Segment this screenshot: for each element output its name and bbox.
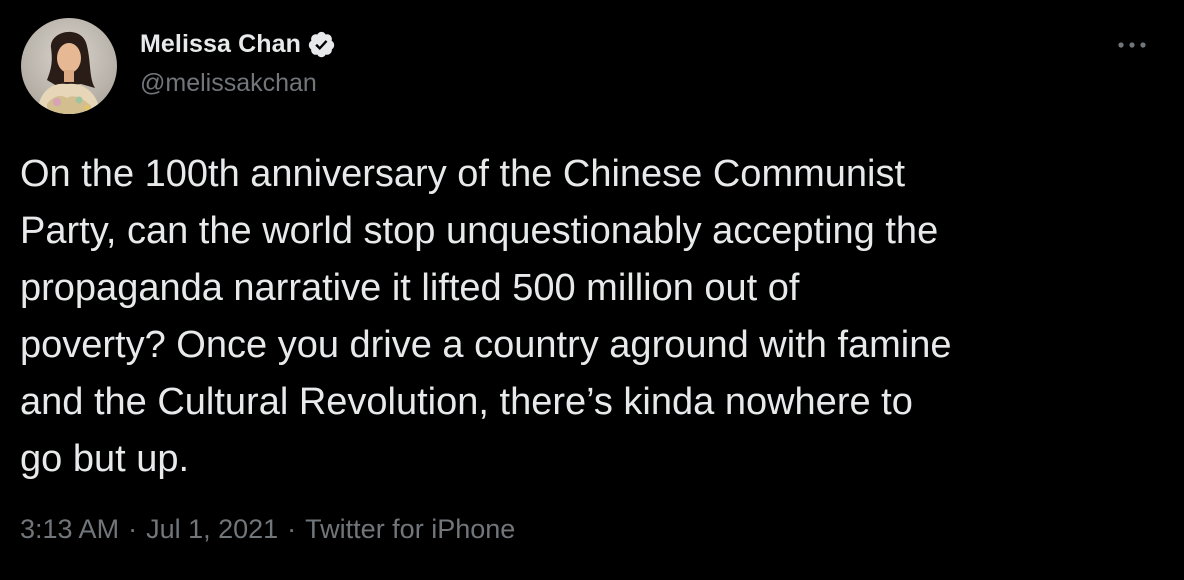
author-name-row: Melissa Chan — [140, 28, 336, 60]
tweet-time[interactable]: 3:13 AM — [20, 514, 119, 545]
tweet-text: On the 100th anniversary of the Chinese … — [20, 146, 1170, 488]
more-dots-icon[interactable] — [1112, 30, 1152, 60]
tweet-text-line: Party, can the world stop unquestionably… — [20, 210, 939, 252]
tweet-text-line: and the Cultural Revolution, there’s kin… — [20, 381, 913, 423]
tweet-card: Melissa Chan @melissakchan On the 100th … — [0, 0, 1184, 580]
tweet-text-line: go but up. — [20, 438, 190, 480]
tweet-text-line: On the 100th anniversary of the Chinese … — [20, 153, 906, 195]
tweet-source[interactable]: Twitter for iPhone — [305, 514, 515, 545]
tweet-date[interactable]: Jul 1, 2021 — [146, 514, 278, 545]
author-display-name[interactable]: Melissa Chan — [140, 30, 301, 59]
profile-photo — [21, 18, 117, 114]
meta-separator: · — [128, 514, 138, 544]
author-handle[interactable]: @melissakchan — [140, 69, 317, 98]
tweet-metadata: 3:13 AM · Jul 1, 2021 · Twitter for iPho… — [20, 514, 515, 545]
avatar[interactable] — [21, 18, 117, 114]
meta-separator: · — [287, 514, 297, 544]
verified-badge-icon — [307, 30, 336, 59]
tweet-text-line: propaganda narrative it lifted 500 milli… — [20, 267, 800, 309]
tweet-text-line: poverty? Once you drive a country agroun… — [20, 324, 952, 366]
